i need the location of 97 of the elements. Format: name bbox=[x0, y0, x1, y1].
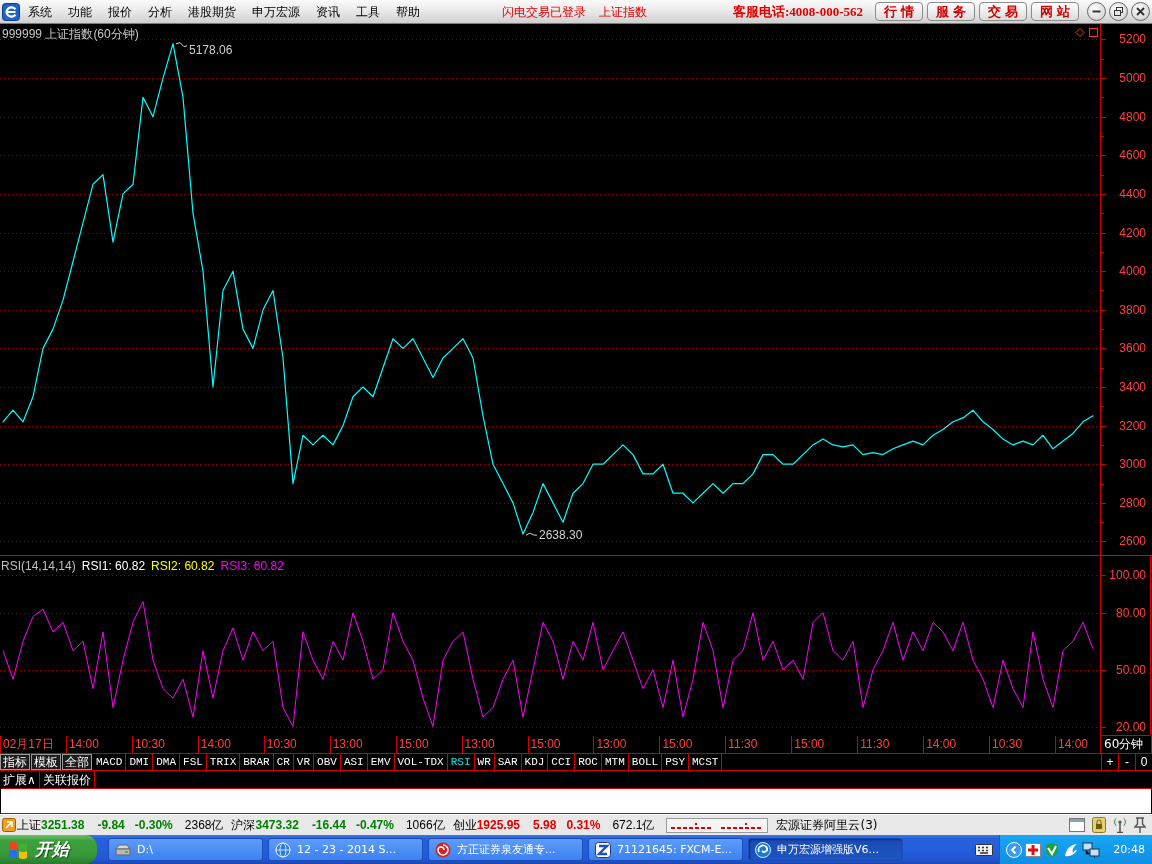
price-axis-label: 5200 bbox=[1119, 32, 1146, 47]
menu-item[interactable]: 申万宏源 bbox=[244, 1, 308, 22]
index-change: 5.98 bbox=[533, 818, 557, 832]
price-axis-label: 3400 bbox=[1119, 380, 1146, 394]
menu-item[interactable]: 资讯 bbox=[308, 1, 348, 22]
price-axis-label: 4800 bbox=[1119, 109, 1146, 124]
price-axis-label: 3000 bbox=[1119, 457, 1146, 472]
price-axis-label: 4000 bbox=[1119, 264, 1146, 279]
indicator-tab[interactable]: WR bbox=[474, 754, 495, 770]
price-axis-label: 3600 bbox=[1119, 341, 1146, 356]
shield-icon[interactable] bbox=[1044, 841, 1061, 858]
annotation: 5178.06 bbox=[189, 42, 233, 57]
app-logo-icon[interactable] bbox=[2, 2, 20, 21]
flag-icon bbox=[7, 839, 29, 860]
clock-text: 20:48 bbox=[1113, 843, 1145, 856]
nav-button[interactable]: 网 站 bbox=[1031, 2, 1079, 21]
price-axis-label: 4600 bbox=[1119, 148, 1146, 163]
menu-item[interactable]: 功能 bbox=[60, 1, 100, 22]
indicator-tab[interactable]: VOL-TDX bbox=[394, 754, 448, 770]
nav-button[interactable]: 交 易 bbox=[979, 2, 1027, 21]
rsi-axis-label: 50.00 bbox=[1115, 662, 1146, 677]
hotline-text: 客服电话:4008-000-562 bbox=[733, 2, 863, 21]
restore-icon bbox=[1113, 6, 1124, 17]
rsi-axis-label: 20.00 bbox=[1115, 719, 1146, 734]
swirl-icon bbox=[435, 841, 451, 858]
index-name: 沪深 bbox=[231, 816, 256, 834]
menu-item[interactable]: 分析 bbox=[140, 1, 180, 22]
legend-label: RSI2: 60.82 bbox=[151, 559, 215, 573]
price-axis-label: 3800 bbox=[1119, 302, 1146, 317]
indicator-tab[interactable]: MTM bbox=[602, 754, 629, 770]
status-notice: 闪电交易已登录 bbox=[502, 3, 586, 21]
price-annotation: 5178.06 bbox=[175, 42, 233, 57]
minimize-button[interactable] bbox=[1087, 2, 1106, 21]
start-button[interactable]: 开始 bbox=[0, 835, 97, 864]
nav-button[interactable]: 服 务 bbox=[927, 2, 975, 21]
legend-label: RSI1: 60.82 bbox=[81, 559, 146, 573]
window-icon[interactable] bbox=[1069, 818, 1085, 832]
group-tab[interactable]: 全部 bbox=[62, 754, 92, 770]
menu-item[interactable]: 工具 bbox=[348, 1, 388, 22]
indicator-tab[interactable]: MACD bbox=[93, 754, 127, 770]
menu-item[interactable]: 系统 bbox=[20, 1, 60, 22]
index-turnover: 1066亿 bbox=[405, 816, 445, 834]
drive-icon bbox=[115, 843, 131, 856]
indicator-tab[interactable]: MCST bbox=[689, 754, 723, 770]
index-turnover: 672.1亿 bbox=[612, 816, 655, 834]
index-percent: -0.30% bbox=[134, 818, 173, 832]
index-name: 上证 bbox=[17, 816, 41, 834]
legend-label: RSI(14,14,14) bbox=[1, 559, 76, 573]
lock-icon[interactable] bbox=[1092, 817, 1106, 833]
menu-item[interactable]: 报价 bbox=[100, 1, 140, 22]
indicator-tab[interactable]: CCI bbox=[548, 754, 576, 770]
index-percent: 0.31% bbox=[566, 818, 601, 832]
legend-label: RSI3: 60.82 bbox=[220, 559, 284, 573]
nav-button[interactable]: 行 情 bbox=[875, 2, 923, 21]
antenna-icon[interactable] bbox=[1113, 817, 1127, 833]
chart-title: 999999 上证指数(60分钟) bbox=[2, 26, 139, 43]
restore-button[interactable] bbox=[1109, 2, 1128, 21]
price-axis-label: 4400 bbox=[1119, 186, 1146, 201]
square-icon[interactable] bbox=[1089, 28, 1098, 37]
index-percent: -0.47% bbox=[355, 818, 394, 832]
close-icon bbox=[1135, 6, 1146, 17]
swirl-icon bbox=[755, 841, 771, 858]
zigzag-icon bbox=[595, 841, 611, 858]
index-value: 3473.32 bbox=[255, 818, 299, 832]
arrow-box-icon[interactable] bbox=[2, 818, 16, 832]
menu-item[interactable]: 港股期货 bbox=[180, 1, 244, 22]
keyboard-icon[interactable] bbox=[975, 843, 994, 856]
indicator-tab[interactable]: OBV bbox=[314, 754, 341, 770]
index-name: 创业 bbox=[452, 816, 477, 834]
globe-icon bbox=[275, 841, 291, 858]
status-notice: 上证指数 bbox=[599, 3, 647, 21]
price-axis-label: 2600 bbox=[1119, 534, 1146, 549]
rsi-axis-label: 100.00 bbox=[1109, 567, 1146, 582]
pin-icon[interactable] bbox=[1134, 817, 1146, 833]
rsi-axis-label: 80.00 bbox=[1115, 605, 1146, 620]
menu-item[interactable]: 帮助 bbox=[388, 1, 428, 22]
panel-tab[interactable]: 扩展∧ bbox=[0, 771, 40, 788]
chevron-icon[interactable] bbox=[1006, 841, 1023, 858]
index-change: -16.44 bbox=[311, 818, 346, 832]
taskbar-button[interactable]: 申万宏源增强版V6... bbox=[748, 838, 903, 861]
group-tab[interactable]: 模板 bbox=[31, 754, 61, 770]
close-button[interactable] bbox=[1131, 2, 1150, 21]
indicator-tab[interactable]: VR bbox=[293, 754, 315, 770]
price-axis-label: 5000 bbox=[1119, 71, 1146, 86]
price-axis-label: 3200 bbox=[1119, 418, 1146, 433]
index-value: 1925.95 bbox=[476, 818, 521, 832]
computers-icon[interactable] bbox=[1082, 841, 1101, 858]
price-axis-label: 2800 bbox=[1119, 495, 1146, 510]
annotation: 2638.30 bbox=[539, 528, 583, 543]
index-turnover: 2368亿 bbox=[184, 816, 224, 834]
index-value: 3251.38 bbox=[41, 818, 85, 832]
price-annotation: 2638.30 bbox=[525, 528, 583, 543]
cross-flag-icon[interactable] bbox=[1025, 842, 1042, 857]
price-axis-label: 4200 bbox=[1119, 225, 1146, 240]
group-tab[interactable]: 指标 bbox=[0, 754, 30, 770]
server-label: 宏源证券阿里云(3) bbox=[776, 816, 878, 834]
index-change: -9.84 bbox=[97, 818, 125, 832]
